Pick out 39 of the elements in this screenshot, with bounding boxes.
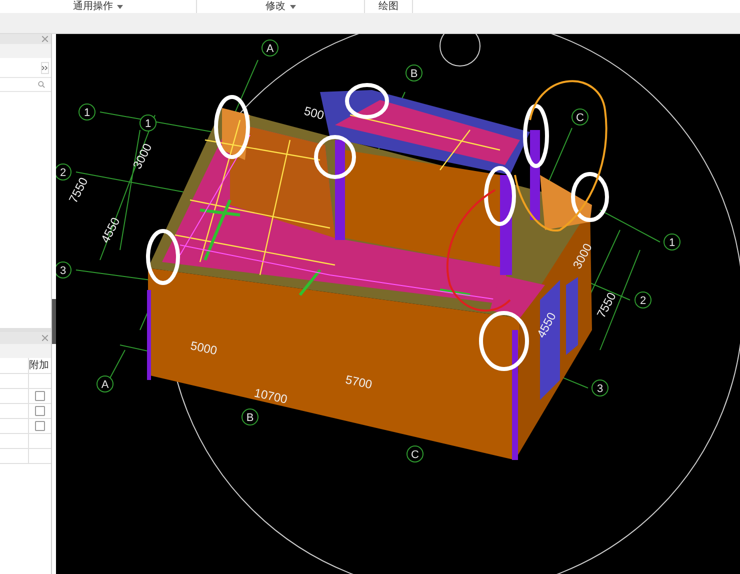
close-icon[interactable] xyxy=(42,335,48,341)
axis-label: 1 xyxy=(668,237,676,249)
ribbon-group-label: 通用操作 xyxy=(73,1,113,12)
axis-label: 3 xyxy=(596,383,604,395)
axis-label: B xyxy=(246,412,254,424)
checkbox[interactable] xyxy=(35,406,45,416)
checkbox[interactable] xyxy=(35,421,45,431)
close-icon[interactable] xyxy=(42,36,48,42)
dimension-label: 5700 xyxy=(344,372,374,392)
dimension-label: 10700 xyxy=(253,386,289,406)
axis-label: A xyxy=(101,379,109,391)
caret-icon[interactable] xyxy=(117,4,123,8)
dimension-label: 7550 xyxy=(594,290,619,320)
axis-label: 1 xyxy=(144,118,152,130)
checkbox[interactable] xyxy=(35,391,45,401)
scrollbar-thumb[interactable] xyxy=(52,299,56,344)
axis-label: 2 xyxy=(60,167,66,179)
dimension-label: 7550 xyxy=(66,175,91,206)
ribbon-group-label: 绘图 xyxy=(378,1,398,12)
expand-button[interactable] xyxy=(41,62,49,74)
dimension-label: 5000 xyxy=(189,338,218,358)
dimension-label: 4550 xyxy=(534,310,559,340)
dimension-label: 3000 xyxy=(570,241,595,272)
axis-label: 1 xyxy=(84,107,90,119)
dimension-label: 500 xyxy=(302,104,326,122)
axis-label: C xyxy=(411,449,419,461)
axis-label: A xyxy=(266,43,274,55)
search-icon xyxy=(38,81,45,88)
axis-label: B xyxy=(410,68,418,80)
double-chevron-icon xyxy=(42,66,48,70)
search-field[interactable] xyxy=(0,78,51,92)
dimension-label: 3000 xyxy=(130,141,155,172)
column-header: 附加 xyxy=(29,358,50,373)
axis-label: C xyxy=(576,112,584,124)
ribbon-group-label: 修改 xyxy=(266,1,286,12)
caret-icon[interactable] xyxy=(290,4,296,8)
axis-label: 3 xyxy=(60,265,66,277)
dimension-label: 4550 xyxy=(98,215,123,246)
axis-label: 2 xyxy=(640,295,646,307)
